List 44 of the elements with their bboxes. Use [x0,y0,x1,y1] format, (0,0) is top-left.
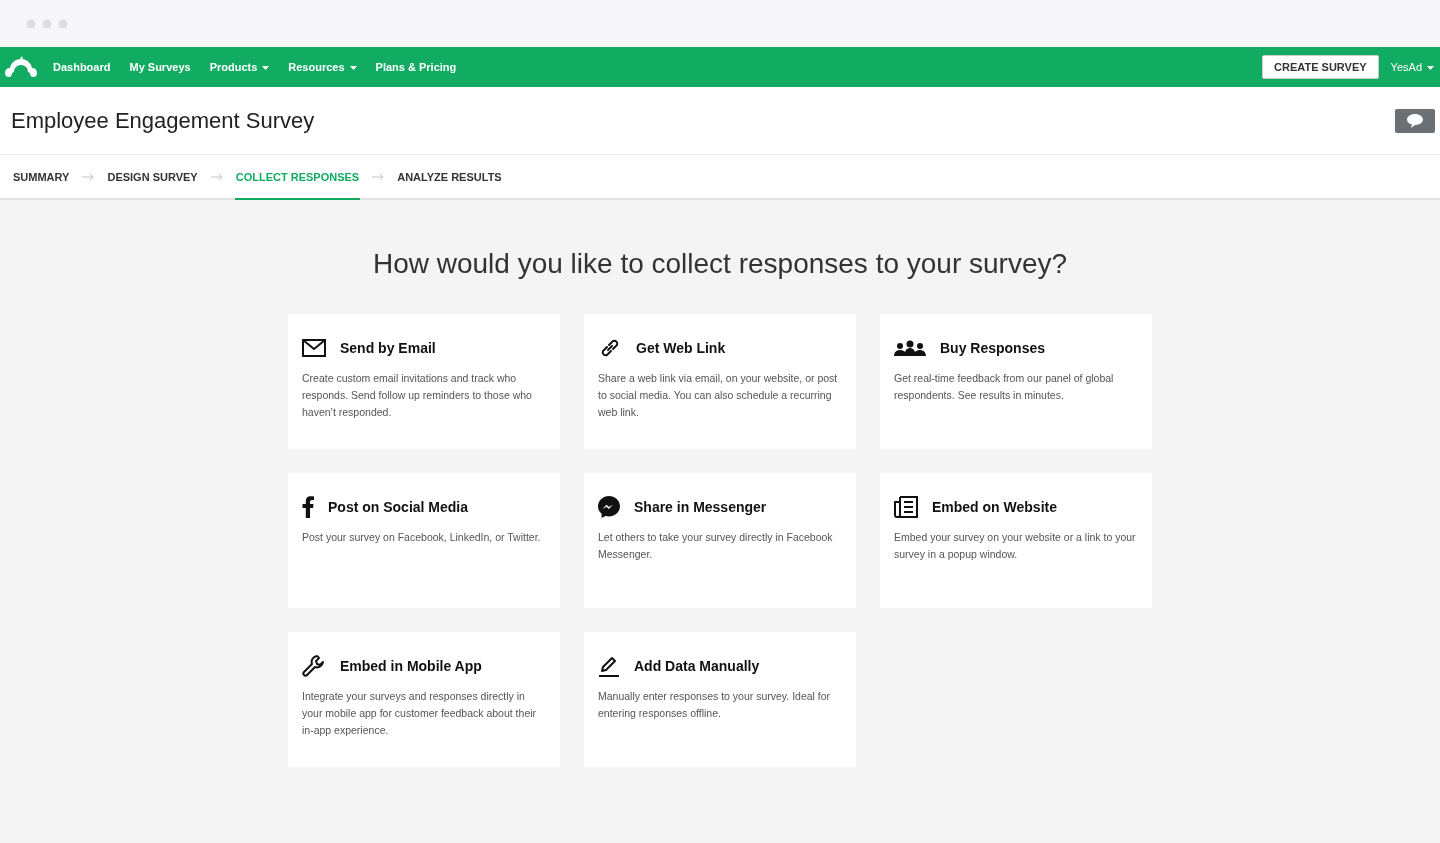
option-card[interactable]: Embed on Website Embed your survey on your website or a link to your survey in a popup window. [880,473,1152,608]
step-tab[interactable]: DESIGN SURVEY [106,155,199,200]
wrench-icon [302,654,326,678]
option-title: Post on Social Media [328,499,469,515]
option-title: Add Data Manually [634,658,760,674]
arrow-icon [82,172,95,181]
arrow-icon [372,172,385,181]
option-description: Get real-time feedback from our panel of global respondents. See results in minutes. [894,371,1115,403]
option-title: Embed in Mobile App [340,658,482,674]
option-description: Post your survey on Facebook, LinkedIn, or Twitter. [302,530,542,545]
option-title: Get Web Link [636,340,726,356]
page-title: Employee Engagement Survey [11,107,315,134]
messenger-icon [598,496,620,518]
logo-icon[interactable] [5,56,37,78]
option-description: Create custom email invitations and track who responds. Send follow up reminders to those who haven’t responded. [302,371,533,420]
create-survey-button[interactable]: CREATE SURVEY [1262,55,1379,79]
option-title: Send by Email [340,340,436,356]
option-description: Let others to take your survey directly in Facebook Messenger. [598,530,834,562]
step-tab[interactable]: ANALYZE RESULTS [396,155,503,200]
feedback-button[interactable] [1395,108,1435,133]
option-description: Integrate your surveys and responses directly in your mobile app for customer feedback about their in-app experience. [302,689,538,738]
option-card[interactable]: Get Web Link Share a web link via email, on your website, or post to social media. You can also schedule a recurring web link. [584,314,856,449]
pencil-icon [598,655,620,677]
speech-bubble-icon [1406,112,1424,129]
option-description: Embed your survey on your website or a link to your survey in a popup window. [894,530,1137,562]
option-description: Share a web link via email, on your website, or post to social media. You can also schedule a recurring web link. [598,371,839,420]
step-tab[interactable]: SUMMARY [12,155,71,200]
envelope-icon [302,339,326,357]
option-card[interactable]: Send by Email Create custom email invitations and track who responds. Send follow up reminders to those who haven’t responded. [288,314,560,449]
option-card[interactable]: Add Data Manually Manually enter responses to your survey. Ideal for entering responses offline. [584,632,856,767]
option-title: Share in Messenger [634,499,767,515]
arrow-icon [210,172,223,181]
option-description: Manually enter responses to your survey. Ideal for entering responses offline. [598,689,832,721]
collect-heading: How would you like to collect responses to your survey? [371,248,1069,280]
option-card[interactable]: Embed in Mobile App Integrate your surveys and responses directly in your mobile app for customer feedback about their in-app experience. [288,632,560,767]
option-card[interactable]: Post on Social Media Post your survey on Facebook, LinkedIn, or Twitter. [288,473,560,608]
option-title: Buy Responses [940,340,1046,356]
option-card[interactable]: Share in Messenger Let others to take your survey directly in Facebook Messenger. [584,473,856,608]
option-title: Embed on Website [932,499,1057,515]
newspaper-icon [894,496,918,518]
option-card[interactable]: Buy Responses Get real-time feedback from our panel of global respondents. See results in minutes. [880,314,1152,449]
window-controls-icon [26,18,68,29]
facebook-icon [302,496,314,518]
people-icon [894,340,926,356]
